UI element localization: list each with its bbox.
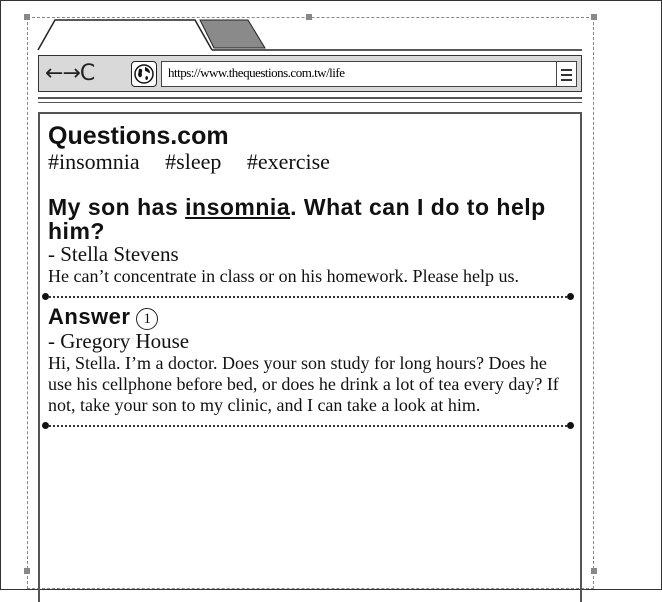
- tag-link[interactable]: #exercise: [247, 149, 330, 174]
- resize-handle[interactable]: [24, 568, 30, 574]
- web-page: Questions.com #insomnia #sleep #exercise…: [38, 112, 582, 602]
- question-keyword: insomnia: [185, 194, 291, 220]
- tag-link[interactable]: #insomnia: [48, 149, 140, 174]
- answer-number: 1: [136, 308, 159, 330]
- tag-list: #insomnia #sleep #exercise: [48, 150, 568, 174]
- active-tab[interactable]: [37, 19, 213, 51]
- url-text: https://www.thequestions.com.tw/life: [168, 65, 345, 80]
- tag-link[interactable]: #sleep: [165, 149, 221, 174]
- question-author: - Stella Stevens: [48, 242, 179, 266]
- url-field[interactable]: https://www.thequestions.com.tw/life: [161, 61, 559, 87]
- nav-buttons[interactable]: ←→C: [45, 61, 95, 86]
- question-body: He can’t concentrate in class or on his …: [48, 266, 520, 286]
- answer-author: - Gregory House: [48, 329, 190, 353]
- question-title-start: My son has: [48, 194, 186, 220]
- hamburger-icon[interactable]: [556, 61, 577, 87]
- new-tab-button[interactable]: [199, 19, 266, 49]
- dotted-divider: [42, 422, 574, 430]
- site-title: Questions.com: [48, 122, 229, 150]
- dotted-divider: [42, 293, 574, 301]
- toolbar-divider: [38, 102, 582, 103]
- resize-handle[interactable]: [591, 568, 597, 574]
- answer-heading: Answer 1: [48, 305, 568, 330]
- answer-label: Answer: [48, 304, 131, 329]
- address-bar: ←→C https://www.thequestions.com.tw/life: [38, 55, 582, 92]
- answer-body: Hi, Stella. I’m a doctor. Does your son …: [48, 353, 559, 415]
- browser-tabs: [37, 19, 582, 51]
- question-title: My son has insomnia. What can I do to he…: [48, 195, 568, 243]
- page-content: Questions.com #insomnia #sleep #exercise…: [42, 122, 574, 434]
- toolbar-divider: [38, 97, 582, 99]
- globe-icon: [131, 61, 157, 87]
